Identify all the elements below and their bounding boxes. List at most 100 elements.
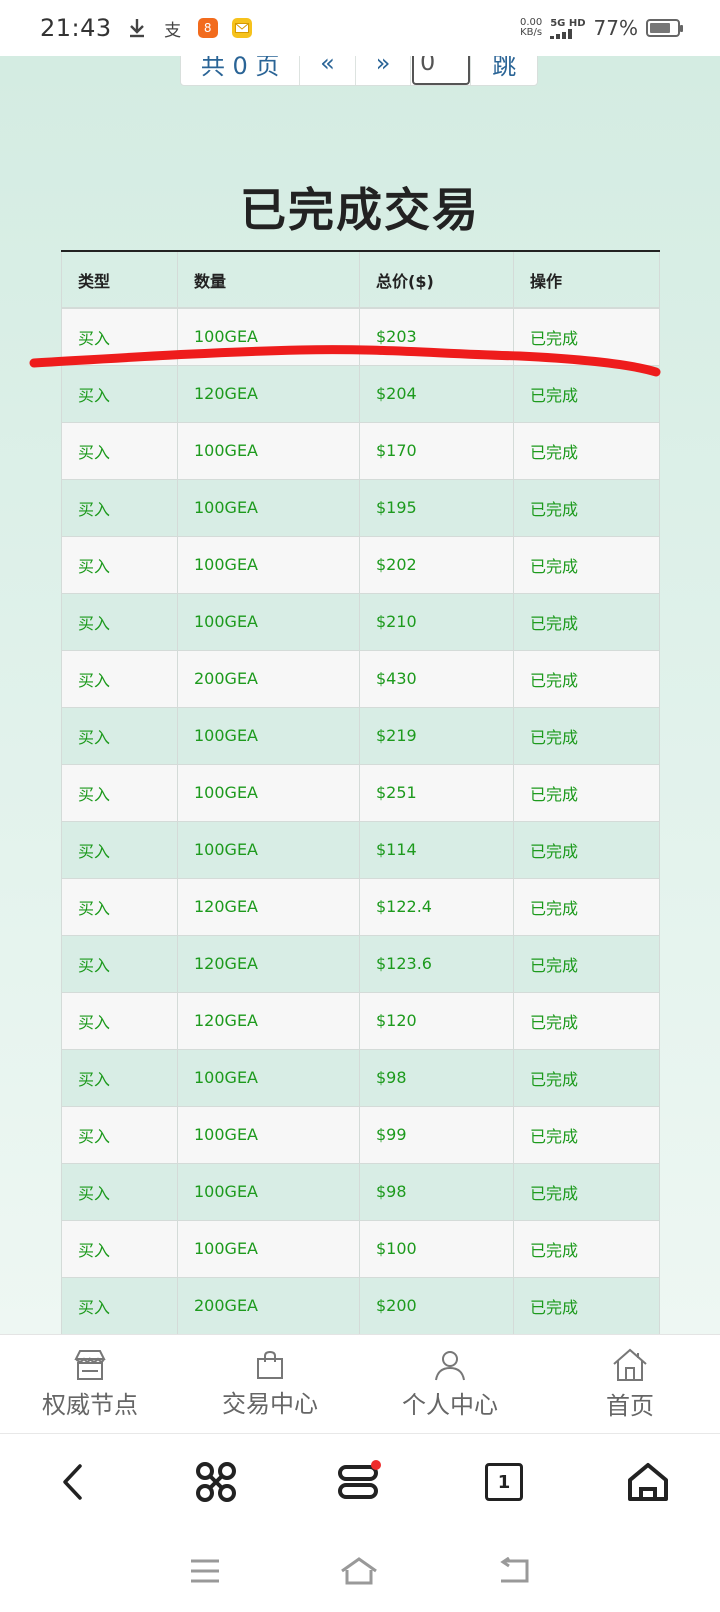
shopping-bag-icon (257, 1350, 283, 1379)
cell-quantity: 120GEA (177, 934, 360, 993)
cell-total-price: $122.4 (359, 877, 514, 936)
battery-level (650, 23, 671, 33)
cell-quantity: 100GEA (177, 478, 360, 537)
cell-action[interactable]: 已完成 (513, 364, 660, 423)
notification-dot (371, 1460, 381, 1470)
tab-trading-center[interactable]: 交易中心 (180, 1335, 360, 1433)
cell-type: 买入 (61, 364, 178, 423)
recent-apps-icon[interactable] (189, 1558, 221, 1584)
cell-action[interactable]: 已完成 (513, 1162, 660, 1221)
cell-action[interactable]: 已完成 (513, 1105, 660, 1164)
cell-total-price: $99 (359, 1105, 514, 1164)
cell-quantity: 100GEA (177, 535, 360, 594)
next-page-button[interactable]: » (356, 56, 412, 85)
header-action: 操作 (513, 250, 660, 309)
tab-label: 权威节点 (42, 1390, 138, 1419)
cell-quantity: 100GEA (177, 820, 360, 879)
table-body: 买入 100GEA $203 已完成 买入 120GEA $204 已完成 买入 100GEA $1… (61, 307, 660, 1334)
cell-action[interactable]: 已完成 (513, 820, 660, 879)
cell-quantity: 100GEA (177, 1219, 360, 1278)
back-icon (63, 1464, 82, 1500)
menu-button[interactable] (288, 1460, 432, 1504)
browser-toolbar: 1 (0, 1434, 720, 1530)
cell-action[interactable]: 已完成 (513, 592, 660, 651)
cell-action[interactable]: 已完成 (513, 763, 660, 822)
cell-action[interactable]: 已完成 (513, 307, 660, 366)
system-back-icon[interactable] (497, 1557, 531, 1585)
cell-action[interactable]: 已完成 (513, 478, 660, 537)
cell-type: 买入 (61, 307, 178, 366)
cell-type: 买入 (61, 706, 178, 765)
cell-action[interactable]: 已完成 (513, 991, 660, 1050)
tab-label: 个人中心 (402, 1390, 498, 1419)
table-row: 买入 120GEA $122.4 已完成 (61, 877, 660, 936)
back-button[interactable] (0, 1463, 144, 1501)
page-title: 已完成交易 (240, 183, 480, 237)
cell-action[interactable]: 已完成 (513, 877, 660, 936)
cell-quantity: 120GEA (177, 991, 360, 1050)
cell-type: 买入 (61, 820, 178, 879)
cell-type: 买入 (61, 763, 178, 822)
table-row: 买入 100GEA $210 已完成 (61, 592, 660, 651)
cell-total-price: $203 (359, 307, 514, 366)
prev-page-button[interactable]: « (300, 56, 356, 85)
cell-total-price: $219 (359, 706, 514, 765)
table-row: 买入 100GEA $100 已完成 (61, 1219, 660, 1278)
cell-action[interactable]: 已完成 (513, 1048, 660, 1107)
store-icon (74, 1349, 106, 1380)
table-row: 买入 100GEA $99 已完成 (61, 1105, 660, 1164)
table-row: 买入 100GEA $203 已完成 (61, 307, 660, 366)
cell-action[interactable]: 已完成 (513, 535, 660, 594)
tab-authority-nodes[interactable]: 权威节点 (0, 1335, 180, 1433)
cell-type: 买入 (61, 1219, 178, 1278)
table-header: 类型 数量 总价($) 操作 (61, 250, 660, 309)
page-total-label: 共 0 页 (181, 56, 301, 85)
completed-trades-table: 类型 数量 总价($) 操作 买入 100GEA $203 已完成 买入 120GEA $2… (61, 250, 660, 1334)
tab-personal-center[interactable]: 个人中心 (360, 1335, 540, 1433)
cell-type: 买入 (61, 991, 178, 1050)
notification-icons: 支 8 (126, 17, 252, 41)
table-row: 买入 120GEA $204 已完成 (61, 364, 660, 423)
header-type: 类型 (61, 250, 178, 309)
tab-home[interactable]: 首页 (540, 1335, 720, 1433)
tabs-icon: 1 (485, 1463, 523, 1501)
table-row: 买入 100GEA $195 已完成 (61, 478, 660, 537)
signal-bars-icon (550, 28, 573, 39)
table-row: 买入 120GEA $123.6 已完成 (61, 934, 660, 993)
page-number-input[interactable] (411, 56, 470, 85)
tabs-button[interactable]: 1 (432, 1463, 576, 1501)
cell-type: 买入 (61, 1048, 178, 1107)
cell-total-price: $195 (359, 478, 514, 537)
cell-quantity: 200GEA (177, 1276, 360, 1334)
cell-total-price: $120 (359, 991, 514, 1050)
cell-total-price: $170 (359, 421, 514, 480)
cell-quantity: 100GEA (177, 1162, 360, 1221)
cell-type: 买入 (61, 877, 178, 936)
cell-total-price: $98 (359, 1048, 514, 1107)
system-indicators: 0.00 KB/s 5G HD 77% (520, 16, 683, 40)
cell-action[interactable]: 已完成 (513, 1219, 660, 1278)
cell-action[interactable]: 已完成 (513, 649, 660, 708)
cell-total-price: $204 (359, 364, 514, 423)
web-page: 共 0 页 « » 跳 已完成交易 类型 数量 总价($) 操作 买入100GE… (0, 56, 720, 1334)
table-row: 买入 100GEA $202 已完成 (61, 535, 660, 594)
cell-action[interactable]: 已完成 (513, 421, 660, 480)
cell-type: 买入 (61, 1105, 178, 1164)
browser-home-button[interactable] (576, 1462, 720, 1502)
cell-total-price: $202 (359, 535, 514, 594)
cell-action[interactable]: 已完成 (513, 706, 660, 765)
cell-total-price: $210 (359, 592, 514, 651)
table-row: 买入 200GEA $430 已完成 (61, 649, 660, 708)
header-total-price: 总价($) (359, 250, 514, 309)
cell-action[interactable]: 已完成 (513, 1276, 660, 1334)
cell-total-price: $123.6 (359, 934, 514, 993)
clock: 21:43 (40, 14, 112, 42)
table-row: 买入 100GEA $251 已完成 (61, 763, 660, 822)
header-quantity: 数量 (177, 250, 360, 309)
cell-action[interactable]: 已完成 (513, 934, 660, 993)
user-icon (435, 1350, 465, 1380)
apps-button[interactable] (144, 1460, 288, 1504)
cell-total-price: $430 (359, 649, 514, 708)
system-home-icon[interactable] (339, 1556, 379, 1586)
jump-button[interactable]: 跳 (471, 56, 537, 85)
